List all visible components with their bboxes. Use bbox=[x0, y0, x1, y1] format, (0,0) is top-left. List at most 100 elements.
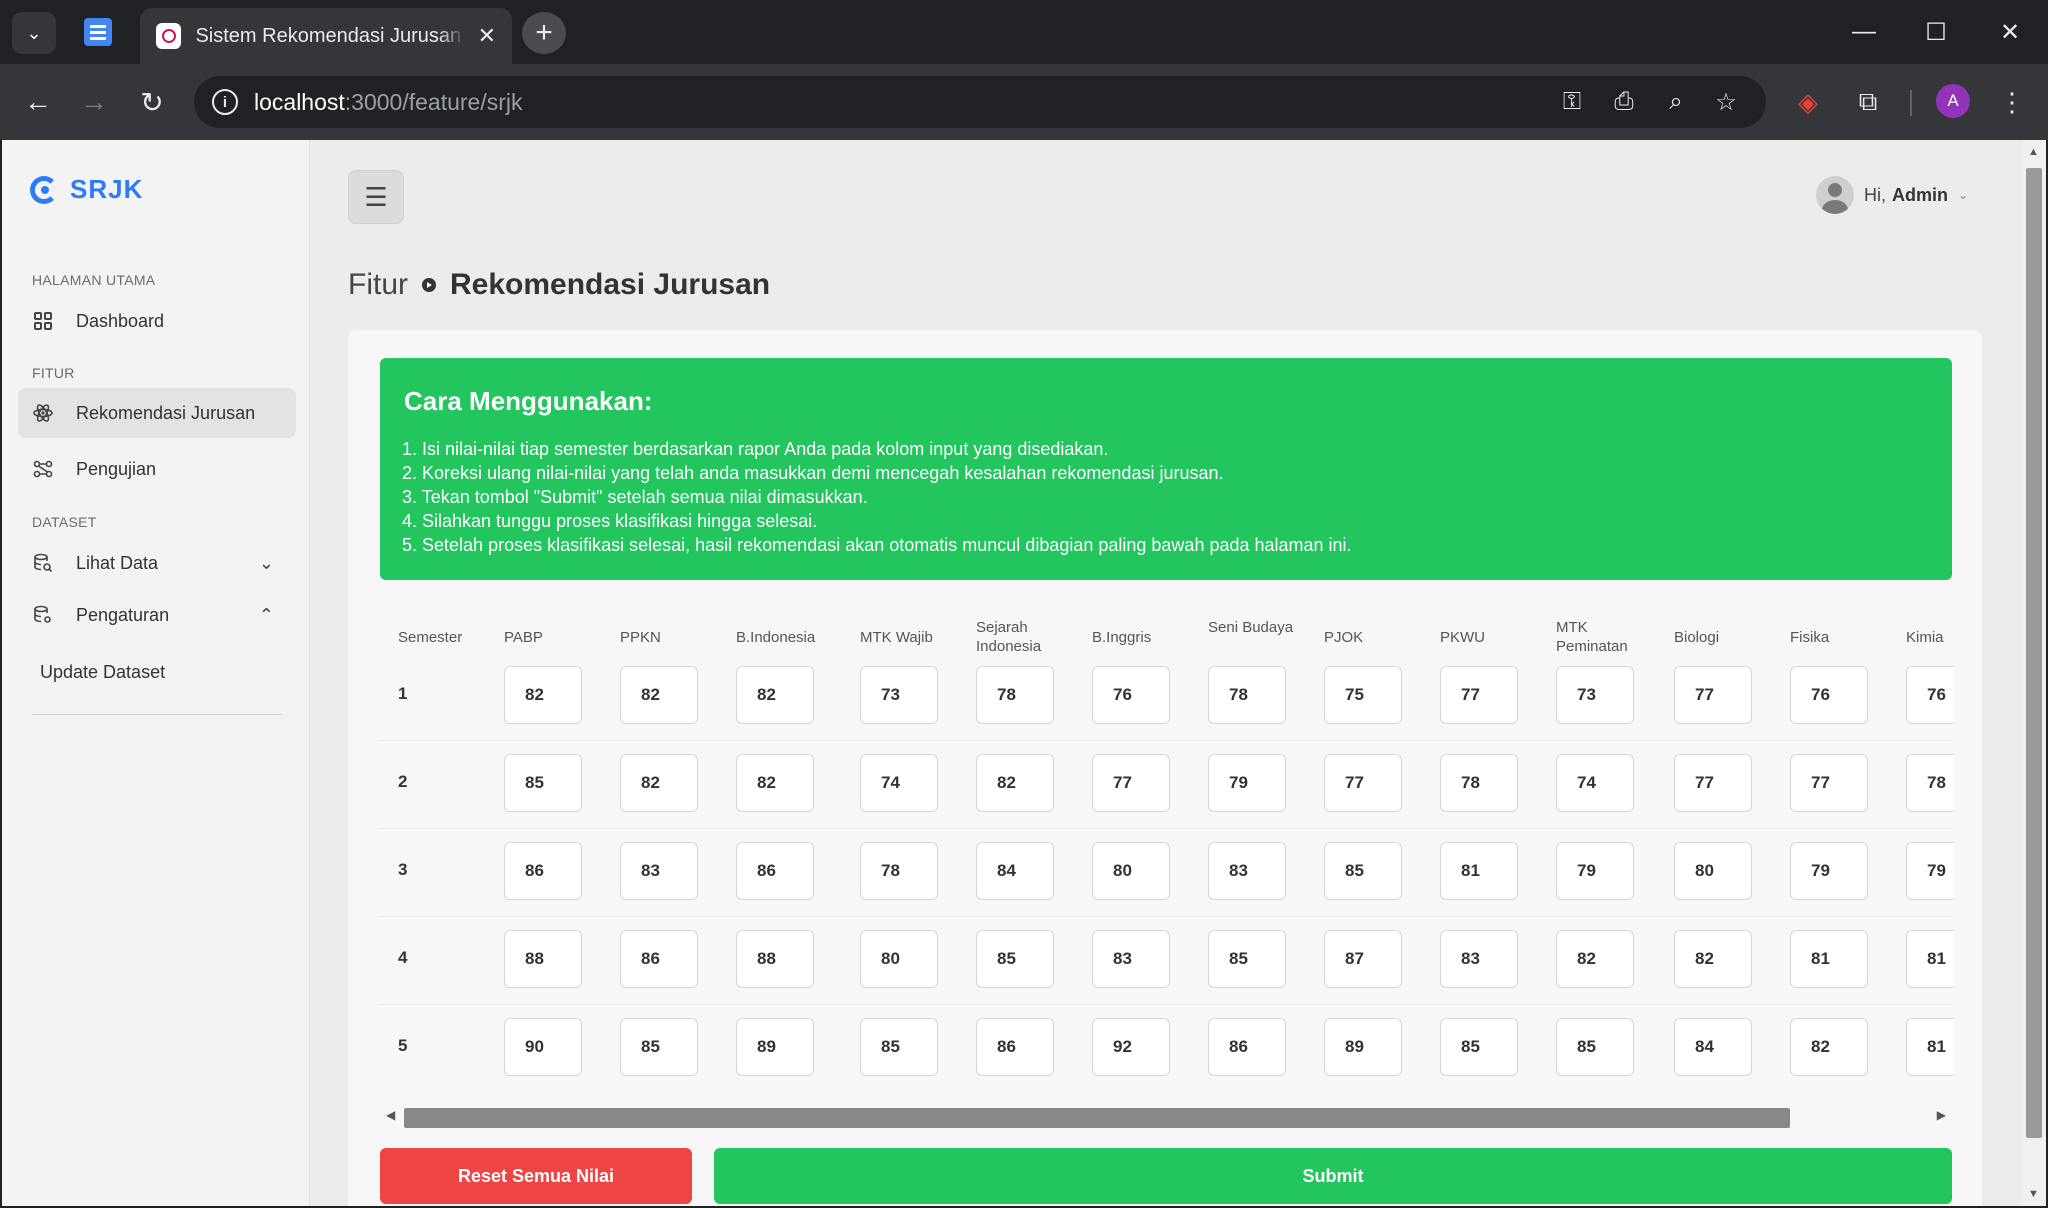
install-app-icon[interactable]: ⎙ bbox=[1608, 86, 1640, 118]
new-tab-button[interactable]: + bbox=[522, 12, 566, 54]
grade-input[interactable]: 85 bbox=[504, 754, 582, 812]
grade-input[interactable]: 77 bbox=[1440, 666, 1518, 724]
maximize-icon[interactable]: ☐ bbox=[1916, 14, 1956, 50]
grade-input[interactable]: 77 bbox=[1674, 666, 1752, 724]
back-arrow-icon[interactable]: ← bbox=[18, 82, 58, 122]
bookmark-star-icon[interactable]: ☆ bbox=[1710, 86, 1742, 118]
sidebar-item-dashboard[interactable]: Dashboard bbox=[18, 296, 296, 346]
grade-input[interactable]: 77 bbox=[1674, 754, 1752, 812]
sidebar-item-pengujian[interactable]: Pengujian bbox=[18, 444, 296, 494]
grade-input[interactable]: 73 bbox=[1556, 666, 1634, 724]
grade-input[interactable]: 86 bbox=[620, 930, 698, 988]
scroll-left-icon[interactable]: ◀ bbox=[386, 1108, 395, 1122]
scrollbar-thumb[interactable] bbox=[2026, 168, 2042, 1138]
scroll-down-icon[interactable]: ▼ bbox=[2028, 1188, 2039, 1200]
tab-search-button[interactable]: ⌄ bbox=[12, 12, 56, 54]
grade-input[interactable]: 78 bbox=[1208, 666, 1286, 724]
grade-input[interactable]: 86 bbox=[976, 1018, 1054, 1076]
grade-input[interactable]: 82 bbox=[620, 666, 698, 724]
grade-input[interactable]: 83 bbox=[1440, 930, 1518, 988]
scroll-right-icon[interactable]: ▶ bbox=[1937, 1108, 1946, 1122]
grade-input[interactable]: 85 bbox=[1324, 842, 1402, 900]
address-bar[interactable]: i localhost:3000/feature/srjk ⚿ ⎙ ⌕ ☆ bbox=[194, 76, 1766, 128]
grade-input[interactable]: 83 bbox=[1208, 842, 1286, 900]
reload-icon[interactable]: ↻ bbox=[132, 82, 172, 122]
zoom-icon[interactable]: ⌕ bbox=[1660, 86, 1692, 118]
grade-input[interactable]: 80 bbox=[860, 930, 938, 988]
docs-icon[interactable] bbox=[84, 18, 112, 46]
grade-input[interactable]: 83 bbox=[1092, 930, 1170, 988]
user-menu[interactable]: Hi, Admin ⌄ bbox=[1816, 176, 1968, 214]
grade-input[interactable]: 74 bbox=[860, 754, 938, 812]
grade-input[interactable]: 86 bbox=[736, 842, 814, 900]
grade-input[interactable]: 86 bbox=[1208, 1018, 1286, 1076]
grade-input[interactable]: 79 bbox=[1208, 754, 1286, 812]
grade-input[interactable]: 82 bbox=[1674, 930, 1752, 988]
grade-input[interactable]: 77 bbox=[1092, 754, 1170, 812]
extension-graduation-icon[interactable]: ◈ bbox=[1790, 84, 1826, 120]
grade-input[interactable]: 82 bbox=[1556, 930, 1634, 988]
sidebar-item-lihat-data[interactable]: Lihat Data ⌄ bbox=[18, 538, 296, 588]
grade-input[interactable]: 81 bbox=[1906, 930, 1954, 988]
vertical-scrollbar[interactable]: ▲ ▼ bbox=[2022, 140, 2046, 1206]
browser-tab[interactable]: Sistem Rekomendasi Jurusan Kuliah ✕ bbox=[140, 8, 512, 64]
scrollbar-thumb[interactable] bbox=[404, 1108, 1790, 1128]
grade-input[interactable]: 86 bbox=[504, 842, 582, 900]
grade-input[interactable]: 75 bbox=[1324, 666, 1402, 724]
grade-input[interactable]: 82 bbox=[1790, 1018, 1868, 1076]
grade-input[interactable]: 73 bbox=[860, 666, 938, 724]
grade-input[interactable]: 78 bbox=[1906, 754, 1954, 812]
grade-input[interactable]: 80 bbox=[1674, 842, 1752, 900]
grade-input[interactable]: 85 bbox=[1208, 930, 1286, 988]
grade-input[interactable]: 81 bbox=[1440, 842, 1518, 900]
grade-input[interactable]: 74 bbox=[1556, 754, 1634, 812]
grade-input[interactable]: 78 bbox=[860, 842, 938, 900]
password-key-icon[interactable]: ⚿ bbox=[1556, 86, 1588, 118]
grade-input[interactable]: 82 bbox=[620, 754, 698, 812]
brand[interactable]: SRJK bbox=[30, 174, 143, 205]
submit-button[interactable]: Submit bbox=[714, 1148, 1952, 1204]
grade-input[interactable]: 81 bbox=[1906, 1018, 1954, 1076]
grade-input[interactable]: 85 bbox=[976, 930, 1054, 988]
grade-input[interactable]: 79 bbox=[1906, 842, 1954, 900]
grade-input[interactable]: 87 bbox=[1324, 930, 1402, 988]
grade-input[interactable]: 85 bbox=[860, 1018, 938, 1076]
grade-input[interactable]: 79 bbox=[1790, 842, 1868, 900]
grade-input[interactable]: 89 bbox=[736, 1018, 814, 1076]
grade-input[interactable]: 80 bbox=[1092, 842, 1170, 900]
sidebar-subitem-update-dataset[interactable]: Update Dataset bbox=[40, 662, 165, 683]
grade-input[interactable]: 81 bbox=[1790, 930, 1868, 988]
grade-input[interactable]: 88 bbox=[736, 930, 814, 988]
grade-input[interactable]: 76 bbox=[1906, 666, 1954, 724]
grade-input[interactable]: 77 bbox=[1790, 754, 1868, 812]
sidebar-item-rekomendasi-jurusan[interactable]: Rekomendasi Jurusan bbox=[18, 388, 296, 438]
grade-input[interactable]: 85 bbox=[1556, 1018, 1634, 1076]
grade-input[interactable]: 79 bbox=[1556, 842, 1634, 900]
scroll-up-icon[interactable]: ▲ bbox=[2028, 146, 2039, 158]
grade-input[interactable]: 90 bbox=[504, 1018, 582, 1076]
grade-input[interactable]: 83 bbox=[620, 842, 698, 900]
minimize-icon[interactable]: — bbox=[1844, 14, 1884, 50]
grade-input[interactable]: 92 bbox=[1092, 1018, 1170, 1076]
grade-input[interactable]: 84 bbox=[976, 842, 1054, 900]
grade-input[interactable]: 78 bbox=[1440, 754, 1518, 812]
grade-input[interactable]: 78 bbox=[976, 666, 1054, 724]
reset-all-button[interactable]: Reset Semua Nilai bbox=[380, 1148, 692, 1204]
grade-input[interactable]: 88 bbox=[504, 930, 582, 988]
grade-input[interactable]: 76 bbox=[1790, 666, 1868, 724]
window-close-icon[interactable]: ✕ bbox=[1990, 14, 2030, 50]
grade-input[interactable]: 89 bbox=[1324, 1018, 1402, 1076]
more-menu-icon[interactable]: ⋮ bbox=[1994, 84, 2030, 120]
forward-arrow-icon[interactable]: → bbox=[74, 82, 114, 122]
grade-input[interactable]: 84 bbox=[1674, 1018, 1752, 1076]
grade-input[interactable]: 82 bbox=[736, 666, 814, 724]
extensions-puzzle-icon[interactable]: ⧉ bbox=[1850, 84, 1886, 120]
breadcrumb-root[interactable]: Fitur bbox=[348, 268, 408, 302]
grade-input[interactable]: 76 bbox=[1092, 666, 1170, 724]
menu-toggle-button[interactable]: ☰ bbox=[348, 170, 404, 224]
grade-input[interactable]: 85 bbox=[1440, 1018, 1518, 1076]
horizontal-scrollbar[interactable]: ◀ ▶ bbox=[380, 1104, 1952, 1132]
grade-input[interactable]: 85 bbox=[620, 1018, 698, 1076]
grade-input[interactable]: 82 bbox=[736, 754, 814, 812]
grade-input[interactable]: 82 bbox=[976, 754, 1054, 812]
